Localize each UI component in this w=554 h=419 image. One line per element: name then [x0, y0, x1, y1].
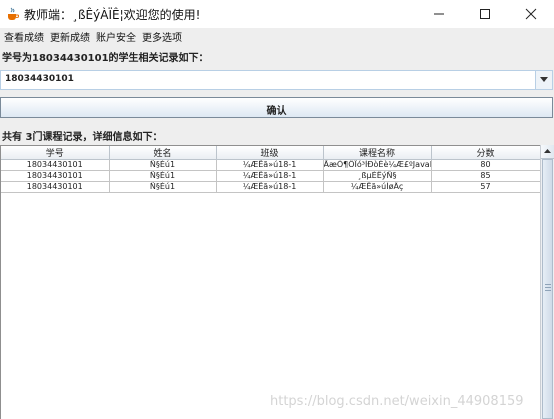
minimize-icon	[434, 13, 444, 15]
cell-name[interactable]: Ñ§Éú1	[109, 181, 217, 193]
column-header-score[interactable]: 分数	[431, 146, 540, 160]
records-table-area: 学号 姓名 班级 课程名称 分数 18034430101 Ñ§Éú1 ¼ÆËã»…	[0, 145, 540, 419]
thumb-grip-line	[545, 287, 551, 288]
thumb-grip-line	[545, 284, 551, 285]
cell-class[interactable]: ¼ÆËã»ú18-1	[216, 181, 324, 193]
cell-name[interactable]: Ñ§Éú1	[109, 159, 217, 171]
cell-class[interactable]: ¼ÆËã»ú18-1	[216, 170, 324, 182]
maximize-button[interactable]	[462, 0, 508, 28]
thumb-grip-line	[545, 290, 551, 291]
arrow-up-icon	[544, 149, 551, 153]
confirm-button-label: 确认	[266, 106, 287, 117]
dropdown-arrow-button[interactable]	[535, 71, 552, 89]
student-id-value: 18034430101	[5, 74, 74, 84]
records-summary: 共有 3门课程记录，详细信息如下：	[2, 132, 163, 143]
cell-score[interactable]: 57	[431, 181, 540, 193]
menu-account-security[interactable]: 账户安全	[96, 29, 136, 44]
cell-course[interactable]: Ãæ­Ò¶ÔÏó³ÌÐòÉè¼Æ£ºJavaÊµ¼ù	[323, 159, 432, 171]
minimize-button[interactable]	[416, 0, 462, 28]
records-table: 学号 姓名 班级 课程名称 分数 18034430101 Ñ§Éú1 ¼ÆËã»…	[1, 146, 540, 193]
student-id-dropdown[interactable]: 18034430101	[0, 70, 553, 90]
menu-view-grades[interactable]: 查看成绩	[4, 29, 44, 44]
scroll-up-button[interactable]	[541, 145, 554, 159]
column-header-class[interactable]: 班级	[216, 146, 324, 160]
window-title: 教师端：¸ßÊýÀÏÊ¦欢迎您的使用!	[24, 8, 201, 22]
table-row[interactable]: 18034430101 Ñ§Éú1 ¼ÆËã»ú18-1 ¸ßµÈÊýÑ§ 85	[1, 170, 540, 182]
cell-student-id[interactable]: 18034430101	[1, 170, 110, 182]
column-header-course[interactable]: 课程名称	[323, 146, 432, 160]
close-button[interactable]	[508, 0, 554, 28]
cell-course[interactable]: ¸ßµÈÊýÑ§	[323, 170, 432, 182]
column-header-student-id[interactable]: 学号	[1, 146, 110, 160]
chevron-down-icon	[540, 77, 548, 82]
table-header-row: 学号 姓名 班级 课程名称 分数	[1, 146, 540, 160]
table-row[interactable]: 18034430101 Ñ§Éú1 ¼ÆËã»ú18-1 ¼ÆËã»úÍøÂç …	[1, 181, 540, 193]
cell-class[interactable]: ¼ÆËã»ú18-1	[216, 159, 324, 171]
scroll-thumb[interactable]	[542, 159, 553, 419]
java-coffee-cup-icon	[8, 7, 19, 20]
cell-course[interactable]: ¼ÆËã»úÍøÂç	[323, 181, 432, 193]
cell-name[interactable]: Ñ§Éú1	[109, 170, 217, 182]
menu-update-grades[interactable]: 更新成绩	[50, 29, 90, 44]
maximize-icon	[480, 9, 490, 19]
student-records-heading: 学号为18034430101的学生相关记录如下：	[2, 53, 209, 64]
menu-more-options[interactable]: 更多选项	[142, 29, 182, 44]
close-icon	[525, 8, 537, 20]
vertical-scrollbar[interactable]	[540, 145, 554, 419]
cell-score[interactable]: 85	[431, 170, 540, 182]
cell-student-id[interactable]: 18034430101	[1, 159, 110, 171]
column-header-name[interactable]: 姓名	[109, 146, 217, 160]
table-row[interactable]: 18034430101 Ñ§Éú1 ¼ÆËã»ú18-1 Ãæ­Ò¶ÔÏó³ÌÐ…	[1, 159, 540, 171]
confirm-button[interactable]: 确认	[0, 97, 553, 118]
cell-score[interactable]: 80	[431, 159, 540, 171]
watermark-url: https://blog.csdn.net/weixin_44908159	[270, 394, 524, 409]
title-bar: 教师端：¸ßÊýÀÏÊ¦欢迎您的使用!	[0, 0, 554, 29]
menu-bar: 查看成绩 更新成绩 账户安全 更多选项	[0, 28, 554, 44]
cell-student-id[interactable]: 18034430101	[1, 181, 110, 193]
